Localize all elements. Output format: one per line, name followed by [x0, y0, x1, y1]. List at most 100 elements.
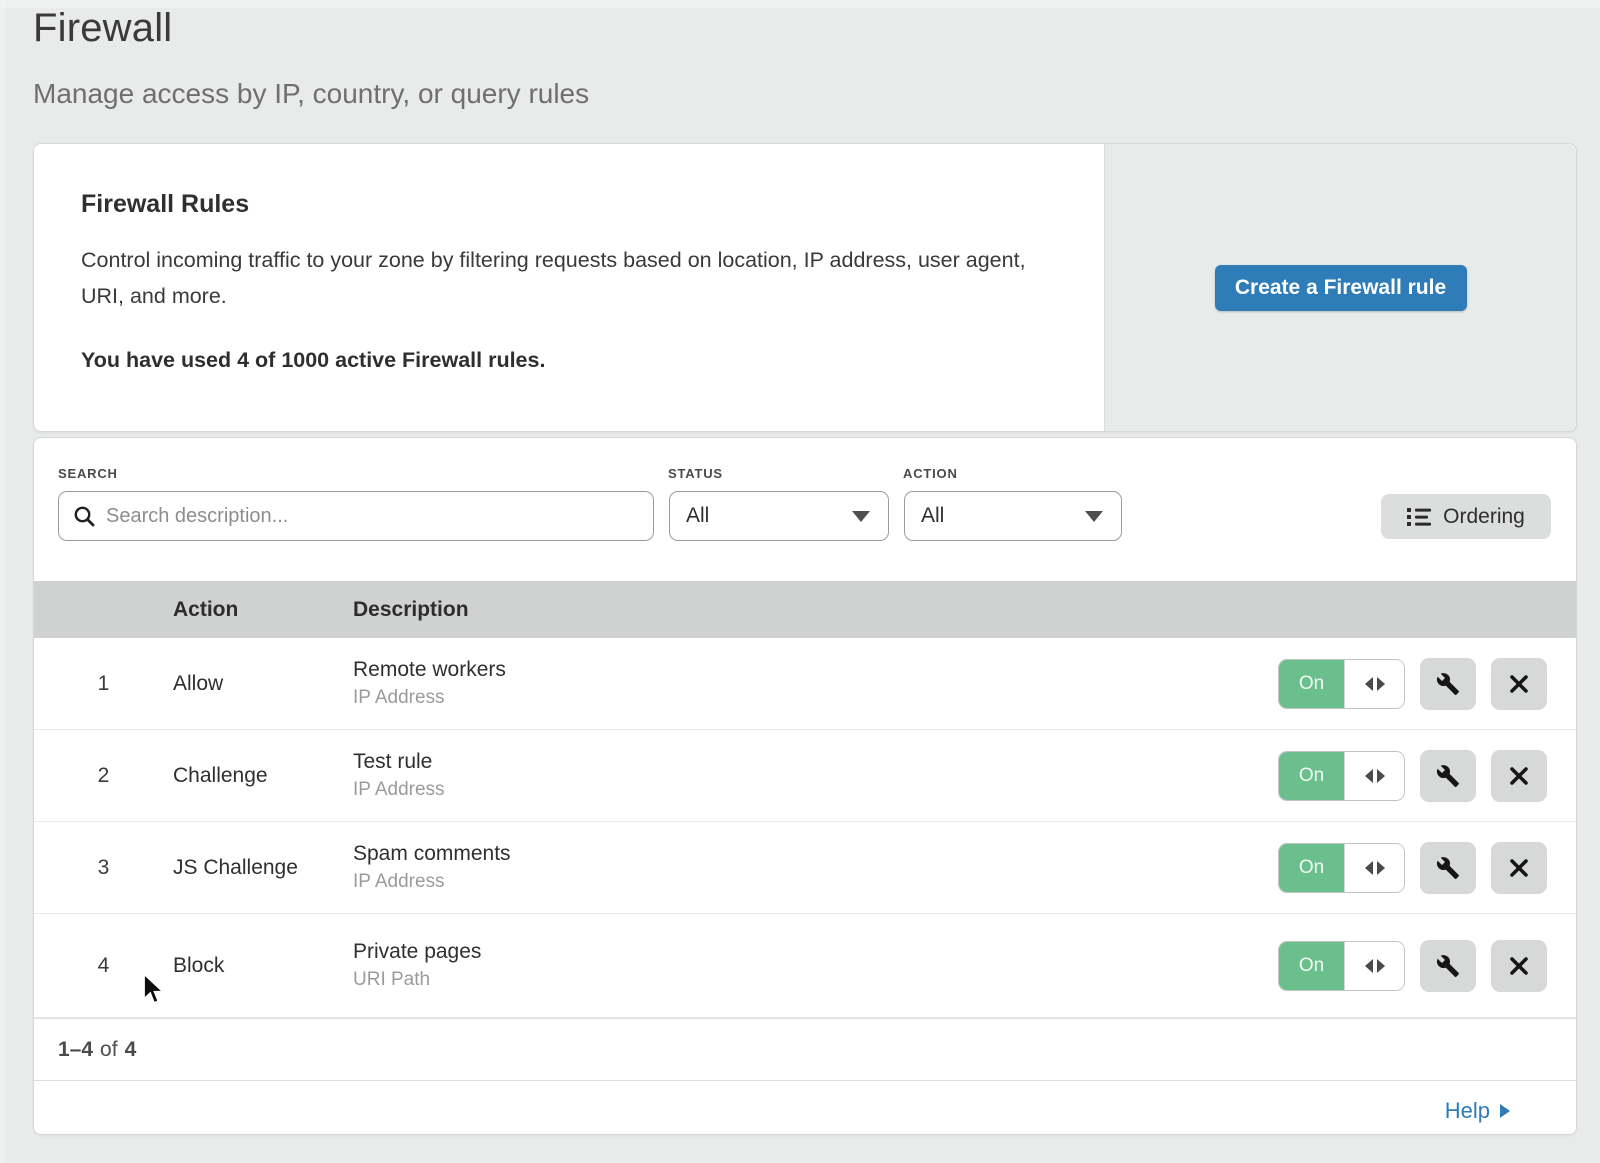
rule-controls: On	[1278, 842, 1576, 894]
rule-priority: 4	[34, 954, 173, 978]
search-icon	[73, 505, 96, 528]
status-select[interactable]: All	[669, 491, 889, 541]
delete-rule-button[interactable]	[1491, 940, 1547, 992]
rule-description-title: Remote workers	[353, 658, 1278, 682]
info-card-text: Firewall Rules Control incoming traffic …	[34, 144, 1104, 431]
triangle-left-icon	[1365, 861, 1373, 875]
toggle-drag-handle[interactable]	[1344, 942, 1404, 990]
toggle-drag-handle[interactable]	[1344, 660, 1404, 708]
page-title: Firewall	[33, 6, 172, 51]
close-icon	[1509, 674, 1529, 694]
table-row: 1 Allow Remote workers IP Address On	[34, 638, 1576, 730]
description-column-header: Description	[353, 598, 1576, 622]
rule-toggle[interactable]: On	[1278, 941, 1405, 991]
rule-action: Block	[173, 954, 353, 978]
search-box	[58, 491, 654, 541]
action-column-header: Action	[173, 598, 353, 622]
card-footer: Help	[34, 1080, 1576, 1135]
ordering-button-label: Ordering	[1443, 505, 1525, 529]
wrench-icon	[1436, 672, 1460, 696]
chevron-down-icon	[852, 511, 870, 522]
wrench-icon	[1436, 764, 1460, 788]
delete-rule-button[interactable]	[1491, 750, 1547, 802]
rule-toggle[interactable]: On	[1278, 751, 1405, 801]
rule-description-title: Spam comments	[353, 842, 1278, 866]
edit-rule-button[interactable]	[1420, 842, 1476, 894]
firewall-page: Firewall Manage access by IP, country, o…	[0, 0, 1600, 1163]
delete-rule-button[interactable]	[1491, 658, 1547, 710]
toggle-drag-handle[interactable]	[1344, 752, 1404, 800]
triangle-right-icon	[1377, 769, 1385, 783]
triangle-right-icon	[1377, 861, 1385, 875]
table-row: 2 Challenge Test rule IP Address On	[34, 730, 1576, 822]
status-label: STATUS	[668, 466, 723, 481]
search-label: SEARCH	[58, 466, 118, 481]
table-row: 3 JS Challenge Spam comments IP Address …	[34, 822, 1576, 914]
info-card-description: Control incoming traffic to your zone by…	[81, 242, 1031, 314]
triangle-left-icon	[1365, 769, 1373, 783]
rule-controls: On	[1278, 658, 1576, 710]
close-icon	[1509, 766, 1529, 786]
action-select[interactable]: All	[904, 491, 1122, 541]
rule-controls: On	[1278, 750, 1576, 802]
rule-description: Spam comments IP Address	[353, 842, 1278, 893]
firewall-rules-info-card: Firewall Rules Control incoming traffic …	[33, 143, 1577, 432]
help-link[interactable]: Help	[1445, 1098, 1510, 1124]
triangle-right-icon	[1377, 677, 1385, 691]
rule-description: Remote workers IP Address	[353, 658, 1278, 709]
rule-match-type: IP Address	[353, 779, 1278, 801]
create-rule-panel: Create a Firewall rule	[1104, 144, 1576, 431]
search-input[interactable]	[106, 505, 639, 528]
triangle-left-icon	[1365, 677, 1373, 691]
pagination-of: of	[100, 1038, 118, 1062]
rule-description: Test rule IP Address	[353, 750, 1278, 801]
action-label: ACTION	[903, 466, 958, 481]
rule-toggle[interactable]: On	[1278, 659, 1405, 709]
rule-match-type: URI Path	[353, 969, 1278, 991]
status-select-value: All	[686, 504, 709, 528]
rule-description-title: Test rule	[353, 750, 1278, 774]
rule-controls: On	[1278, 940, 1576, 992]
toggle-on-segment[interactable]: On	[1279, 844, 1344, 892]
rule-description: Private pages URI Path	[353, 940, 1278, 991]
pagination: 1–4 of 4	[34, 1018, 1576, 1080]
rule-match-type: IP Address	[353, 687, 1278, 709]
ordering-button[interactable]: Ordering	[1381, 494, 1551, 539]
firewall-rules-card: SEARCH STATUS All ACTION All	[33, 437, 1577, 1135]
rule-action: Challenge	[173, 764, 353, 788]
wrench-icon	[1436, 856, 1460, 880]
pagination-total: 4	[125, 1038, 137, 1062]
delete-rule-button[interactable]	[1491, 842, 1547, 894]
rule-toggle[interactable]: On	[1278, 843, 1405, 893]
close-icon	[1509, 956, 1529, 976]
rule-description-title: Private pages	[353, 940, 1278, 964]
rule-priority: 1	[34, 672, 173, 696]
wrench-icon	[1436, 954, 1460, 978]
arrow-right-icon	[1500, 1104, 1510, 1118]
edit-rule-button[interactable]	[1420, 750, 1476, 802]
edit-rule-button[interactable]	[1420, 940, 1476, 992]
action-select-value: All	[921, 504, 944, 528]
toggle-on-segment[interactable]: On	[1279, 942, 1344, 990]
filters-bar: SEARCH STATUS All ACTION All	[34, 438, 1576, 581]
table-row: 4 Block Private pages URI Path On	[34, 914, 1576, 1018]
triangle-right-icon	[1377, 959, 1385, 973]
rule-action: Allow	[173, 672, 353, 696]
table-header: Action Description	[34, 581, 1576, 638]
info-card-usage-note: You have used 4 of 1000 active Firewall …	[81, 348, 1064, 373]
rule-priority: 2	[34, 764, 173, 788]
rule-priority: 3	[34, 856, 173, 880]
close-icon	[1509, 858, 1529, 878]
toggle-on-segment[interactable]: On	[1279, 660, 1344, 708]
toggle-on-segment[interactable]: On	[1279, 752, 1344, 800]
edit-rule-button[interactable]	[1420, 658, 1476, 710]
create-firewall-rule-button[interactable]: Create a Firewall rule	[1215, 265, 1467, 311]
triangle-left-icon	[1365, 959, 1373, 973]
chevron-down-icon	[1085, 511, 1103, 522]
page-subtitle: Manage access by IP, country, or query r…	[33, 78, 589, 110]
pagination-range: 1–4	[58, 1038, 93, 1062]
info-card-heading: Firewall Rules	[81, 190, 1064, 219]
ordered-list-icon	[1407, 507, 1431, 527]
rule-match-type: IP Address	[353, 871, 1278, 893]
toggle-drag-handle[interactable]	[1344, 844, 1404, 892]
